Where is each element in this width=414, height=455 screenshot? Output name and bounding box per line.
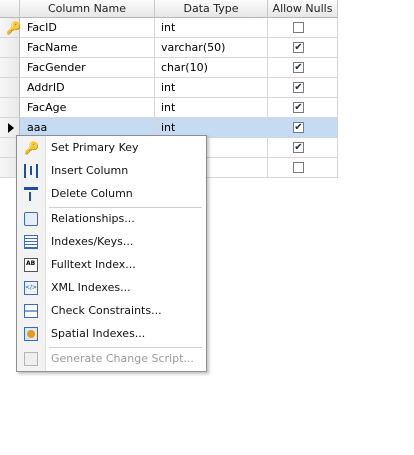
generate-script-icon (24, 352, 38, 366)
menu-item-fulltext-index[interactable]: Fulltext Index... (17, 254, 206, 276)
column-name-cell[interactable]: FacID (20, 18, 155, 38)
menu-item-label: Check Constraints... (51, 304, 162, 317)
key-icon: 🔑 (6, 21, 21, 35)
table-row[interactable]: FacGender char(10) ✔ (0, 58, 338, 78)
menu-item-generate-change-script: Generate Change Script... (17, 348, 206, 370)
menu-item-relationships[interactable]: Relationships... (17, 208, 206, 230)
column-name-cell[interactable]: FacName (20, 38, 155, 58)
menu-item-insert-column[interactable]: Insert Column (17, 160, 206, 182)
column-name-header[interactable]: Column Name (20, 0, 155, 18)
allow-nulls-checkbox[interactable]: ✔ (293, 122, 304, 133)
insert-column-icon (24, 164, 38, 178)
allow-nulls-checkbox[interactable]: ✔ (293, 142, 304, 153)
menu-item-xml-indexes[interactable]: XML Indexes... (17, 277, 206, 299)
column-name-cell[interactable]: FacAge (20, 98, 155, 118)
column-name-cell[interactable]: AddrID (20, 78, 155, 98)
row-selector[interactable]: 🔑 (0, 18, 21, 38)
row-selector[interactable] (0, 58, 20, 78)
row-selector[interactable] (0, 78, 20, 98)
indexes-keys-icon (24, 235, 38, 249)
row-selector-header (0, 0, 20, 18)
table-row[interactable]: FacName varchar(50) ✔ (0, 38, 338, 58)
allow-nulls-checkbox[interactable] (293, 22, 304, 33)
spatial-indexes-icon (24, 327, 38, 341)
table-row[interactable]: FacAge int ✔ (0, 98, 338, 118)
menu-item-label: Insert Column (51, 164, 129, 177)
allow-nulls-checkbox[interactable]: ✔ (293, 102, 304, 113)
xml-indexes-icon (24, 281, 38, 295)
relationships-icon (24, 212, 38, 226)
menu-item-indexes-keys[interactable]: Indexes/Keys... (17, 231, 206, 253)
allow-nulls-header[interactable]: Allow Nulls (268, 0, 338, 18)
allow-nulls-checkbox[interactable] (293, 162, 304, 173)
menu-item-label: Spatial Indexes... (51, 327, 146, 340)
column-name-cell[interactable]: FacGender (20, 58, 155, 78)
key-icon: 🔑 (24, 141, 39, 155)
data-type-cell[interactable]: varchar(50) (155, 38, 268, 58)
menu-item-label: Delete Column (51, 187, 133, 200)
data-type-cell[interactable]: int (155, 78, 268, 98)
current-row-arrow-icon (8, 123, 14, 133)
data-type-header[interactable]: Data Type (155, 0, 268, 18)
menu-item-label: XML Indexes... (51, 281, 131, 294)
delete-column-icon (24, 187, 38, 201)
row-selector[interactable] (0, 98, 20, 118)
menu-item-label: Fulltext Index... (51, 258, 136, 271)
menu-item-label: Set Primary Key (51, 141, 139, 154)
table-row[interactable]: 🔑 FacID int (0, 18, 338, 38)
allow-nulls-checkbox[interactable]: ✔ (293, 62, 304, 73)
menu-item-spatial-indexes[interactable]: Spatial Indexes... (17, 323, 206, 345)
allow-nulls-checkbox[interactable]: ✔ (293, 82, 304, 93)
menu-item-label: Indexes/Keys... (51, 235, 134, 248)
table-row[interactable]: AddrID int ✔ (0, 78, 338, 98)
data-type-cell[interactable]: char(10) (155, 58, 268, 78)
menu-item-set-primary-key[interactable]: 🔑 Set Primary Key (17, 137, 206, 159)
menu-item-label: Generate Change Script... (51, 352, 194, 365)
context-menu: 🔑 Set Primary Key Insert Column Delete C… (16, 135, 207, 372)
data-type-cell[interactable]: int (155, 98, 268, 118)
allow-nulls-checkbox[interactable]: ✔ (293, 42, 304, 53)
fulltext-index-icon (24, 258, 38, 272)
menu-item-delete-column[interactable]: Delete Column (17, 183, 206, 205)
data-type-cell[interactable]: int (155, 18, 268, 38)
row-selector[interactable] (0, 38, 20, 58)
menu-item-label: Relationships... (51, 212, 135, 225)
menu-item-check-constraints[interactable]: Check Constraints... (17, 300, 206, 322)
check-constraints-icon (24, 304, 38, 318)
